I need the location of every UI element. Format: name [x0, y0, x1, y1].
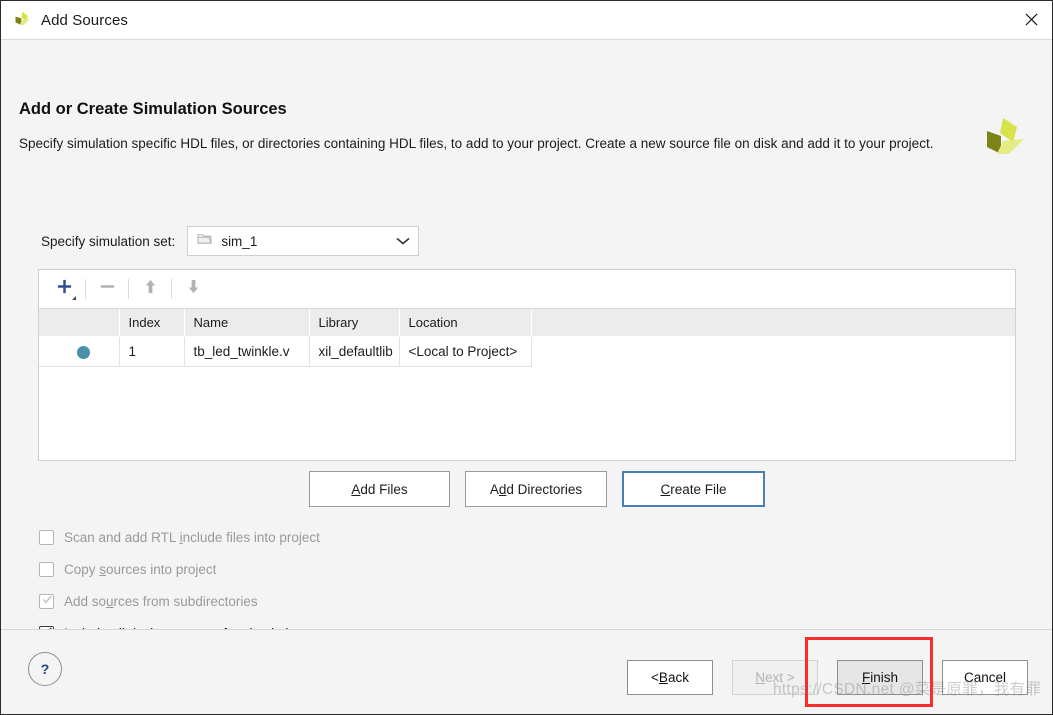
dropdown-caret-icon — [72, 296, 76, 300]
status-dot-icon — [76, 345, 90, 359]
option-add-subdirectories[interactable]: Add sources from subdirectories — [39, 589, 320, 613]
column-header-filler — [531, 309, 1015, 337]
sources-table-toolbar — [39, 270, 1015, 309]
checkbox-unchecked-icon[interactable] — [39, 529, 54, 545]
back-button[interactable]: < Back — [627, 660, 713, 695]
row-index-cell: 1 — [119, 336, 185, 367]
row-filler-cell — [531, 336, 1015, 367]
row-name-cell: tb_led_twinkle.v — [184, 336, 310, 367]
add-files-button[interactable]: Add Files — [309, 471, 450, 507]
option-scan-rtl-include[interactable]: Scan and add RTL include files into proj… — [39, 525, 320, 549]
folder-icon — [197, 232, 213, 250]
simulation-set-value: sim_1 — [221, 233, 258, 249]
minus-icon — [99, 278, 116, 300]
option-label: Scan and add RTL include files into proj… — [64, 529, 320, 545]
checkbox-checked-disabled-icon[interactable] — [39, 593, 54, 609]
plus-icon — [56, 278, 73, 300]
add-source-button[interactable] — [49, 276, 79, 302]
titlebar: Add Sources — [1, 1, 1052, 40]
move-up-button[interactable] — [135, 276, 165, 302]
chevron-down-icon — [396, 232, 410, 250]
add-sources-dialog: Add Sources Add or Create Simulation Sou… — [0, 0, 1053, 715]
option-label: Copy sources into project — [64, 561, 217, 577]
move-down-button[interactable] — [178, 276, 208, 302]
column-header-name[interactable]: Name — [184, 309, 310, 337]
finish-button-wrapper: Finish — [805, 637, 933, 707]
simulation-set-combobox[interactable]: sim_1 — [187, 226, 420, 256]
sources-table-header-row: Index Name Library Location — [39, 309, 1015, 337]
column-header-index[interactable]: Index — [119, 309, 185, 337]
arrow-down-icon — [186, 278, 201, 300]
table-row[interactable]: 1 tb_led_twinkle.v xil_defaultlib <Local… — [39, 336, 1015, 367]
create-file-button[interactable]: Create File — [622, 471, 765, 507]
add-directories-button[interactable]: Add Directories — [465, 471, 607, 507]
option-label: Add sources from subdirectories — [64, 593, 258, 609]
cancel-button[interactable]: Cancel — [942, 660, 1028, 695]
xilinx-brand-logo-icon — [984, 116, 1026, 162]
toolbar-separator — [85, 279, 86, 299]
sources-table-panel: Index Name Library Location 1 tb_led_twi… — [38, 269, 1016, 461]
simulation-set-label: Specify simulation set: — [41, 233, 176, 249]
column-header-location[interactable]: Location — [399, 309, 532, 337]
arrow-up-icon — [143, 278, 158, 300]
checkbox-unchecked-icon[interactable] — [39, 561, 54, 577]
xilinx-logo-icon — [13, 10, 33, 30]
page-title: Add or Create Simulation Sources — [19, 100, 287, 118]
sources-table: Index Name Library Location 1 tb_led_twi… — [39, 309, 1015, 367]
finish-button[interactable]: Finish — [837, 660, 923, 695]
wizard-navigation-buttons: < Back Next > Finish Cancel — [627, 637, 1028, 707]
option-copy-sources[interactable]: Copy sources into project — [39, 557, 320, 581]
row-status-cell — [39, 336, 120, 367]
source-action-buttons: Add Files Add Directories Create File — [309, 471, 765, 507]
close-icon[interactable] — [1010, 1, 1052, 38]
column-header-library[interactable]: Library — [309, 309, 400, 337]
page-description: Specify simulation specific HDL files, o… — [19, 136, 934, 151]
toolbar-separator — [171, 279, 172, 299]
window-title: Add Sources — [41, 11, 128, 29]
column-header-status[interactable] — [39, 309, 120, 337]
row-location-cell: <Local to Project> — [399, 336, 532, 367]
toolbar-separator — [128, 279, 129, 299]
help-button[interactable]: ? — [28, 652, 62, 686]
simulation-set-row: Specify simulation set: sim_1 — [41, 226, 420, 256]
dialog-footer: ? < Back Next > Finish Cancel — [1, 629, 1052, 714]
next-button[interactable]: Next > — [732, 660, 818, 695]
remove-source-button[interactable] — [92, 276, 122, 302]
dialog-body: Add or Create Simulation Sources Specify… — [1, 40, 1052, 641]
row-library-cell: xil_defaultlib — [309, 336, 400, 367]
